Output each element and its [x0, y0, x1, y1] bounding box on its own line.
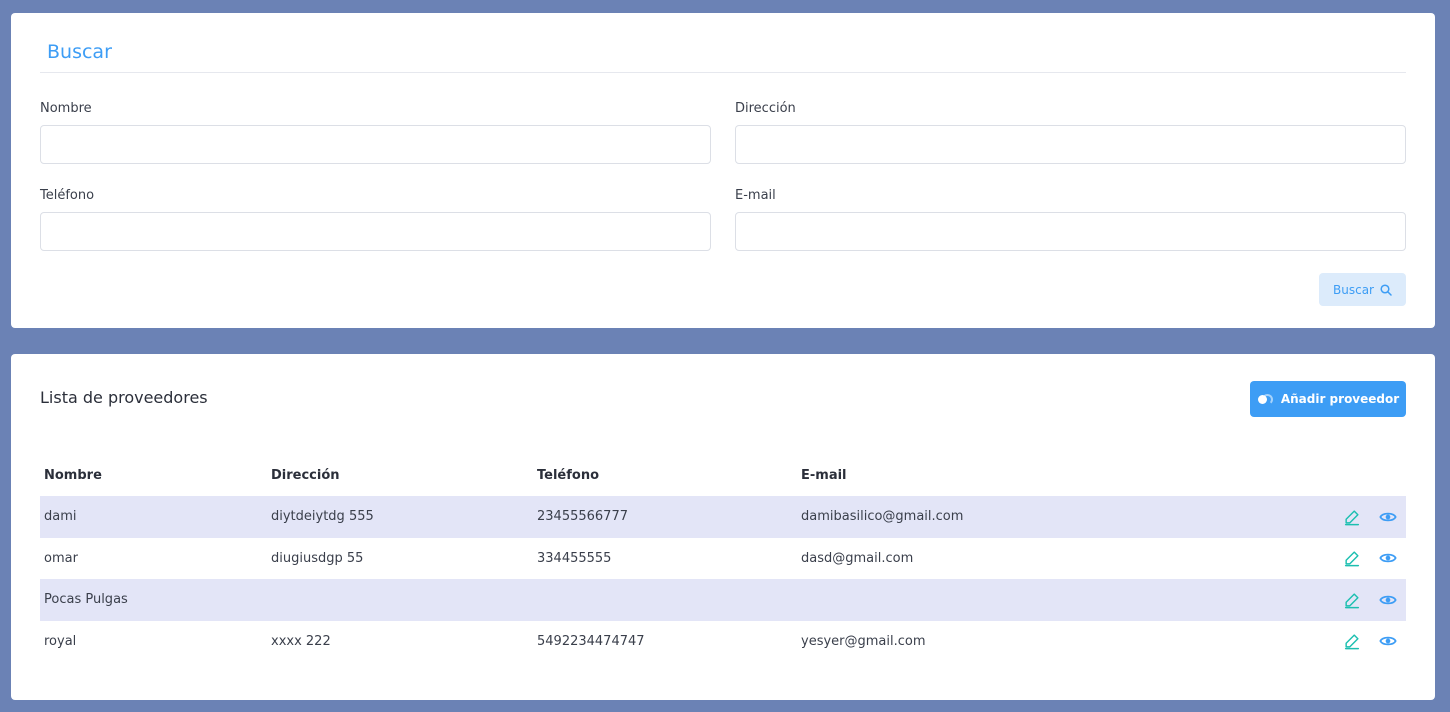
edit-icon[interactable]: [1343, 591, 1361, 609]
row-actions: [1343, 591, 1397, 609]
edit-icon[interactable]: [1343, 632, 1361, 650]
column-header-nombre: Nombre: [44, 467, 102, 483]
cell-telefono: 5492234474747: [537, 633, 645, 649]
direccion-label: Dirección: [735, 101, 796, 116]
column-header-email: E-mail: [801, 467, 847, 483]
table-row: omar diugiusdgp 55 334455555 dasd@gmail.…: [40, 538, 1406, 580]
cell-email: yesyer@gmail.com: [801, 633, 926, 649]
cell-telefono: 23455566777: [537, 509, 628, 525]
search-button[interactable]: Buscar: [1319, 273, 1406, 306]
table-row: dami diytdeiytdg 555 23455566777 damibas…: [40, 496, 1406, 538]
telefono-input[interactable]: [40, 212, 711, 251]
cell-nombre: royal: [44, 633, 77, 649]
search-title: Buscar: [47, 41, 112, 63]
search-panel: Buscar Nombre Dirección Teléfono E-mail …: [11, 13, 1435, 328]
cell-telefono: 334455555: [537, 550, 612, 566]
nombre-label: Nombre: [40, 101, 92, 116]
view-icon[interactable]: [1379, 549, 1397, 567]
cell-direccion: xxxx 222: [271, 633, 331, 649]
row-actions: [1343, 632, 1397, 650]
providers-panel: Lista de proveedores Añadir proveedor No…: [11, 354, 1435, 700]
view-icon[interactable]: [1379, 632, 1397, 650]
add-provider-label: Añadir proveedor: [1280, 392, 1400, 406]
column-header-telefono: Teléfono: [537, 467, 600, 483]
cell-nombre: dami: [44, 509, 77, 525]
cell-nombre: Pocas Pulgas: [44, 592, 128, 608]
table-header: Nombre Dirección Teléfono E-mail: [40, 454, 1406, 496]
view-icon[interactable]: [1379, 591, 1397, 609]
table-row: Pocas Pulgas: [40, 579, 1406, 621]
telefono-label: Teléfono: [40, 188, 95, 203]
cell-direccion: diugiusdgp 55: [271, 550, 364, 566]
email-input[interactable]: [735, 212, 1406, 251]
cell-direccion: diytdeiytdg 555: [271, 509, 374, 525]
column-header-direccion: Dirección: [271, 467, 340, 483]
search-button-label: Buscar: [1333, 282, 1374, 297]
email-label: E-mail: [735, 188, 776, 203]
toggle-icon: [1257, 393, 1273, 405]
edit-icon[interactable]: [1343, 549, 1361, 567]
providers-table: Nombre Dirección Teléfono E-mail dami di…: [40, 454, 1406, 662]
edit-icon[interactable]: [1343, 508, 1361, 526]
direccion-input[interactable]: [735, 125, 1406, 164]
add-provider-button[interactable]: Añadir proveedor: [1250, 381, 1406, 417]
row-actions: [1343, 508, 1397, 526]
search-icon: [1380, 283, 1392, 296]
cell-nombre: omar: [44, 550, 78, 566]
search-divider: [40, 72, 1406, 73]
cell-email: dasd@gmail.com: [801, 550, 914, 566]
table-row: royal xxxx 222 5492234474747 yesyer@gmai…: [40, 621, 1406, 663]
row-actions: [1343, 549, 1397, 567]
view-icon[interactable]: [1379, 508, 1397, 526]
list-title: Lista de proveedores: [40, 388, 208, 407]
cell-email: damibasilico@gmail.com: [801, 509, 964, 525]
nombre-input[interactable]: [40, 125, 711, 164]
